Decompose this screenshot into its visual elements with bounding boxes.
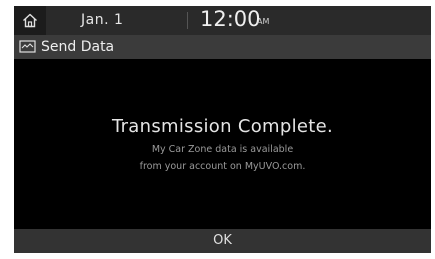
message-heading: Transmission Complete. <box>111 116 334 137</box>
home-button[interactable] <box>14 6 46 35</box>
message-line-1: My Car Zone data is available <box>151 144 294 155</box>
screen: Jan. 1 12:00 AM Send Data Transmission C… <box>0 0 435 259</box>
time-display: 12:00 <box>200 7 261 31</box>
message-panel: Transmission Complete. My Car Zone data … <box>14 116 431 175</box>
home-icon <box>22 13 38 28</box>
ampm-indicator: AM <box>257 17 270 26</box>
send-data-icon <box>19 40 36 53</box>
status-divider <box>187 12 188 29</box>
page-title: Send Data <box>41 39 115 55</box>
head-unit-display: Jan. 1 12:00 AM Send Data Transmission C… <box>14 6 431 253</box>
message-line-2: from your account on MyUVO.com. <box>139 161 306 172</box>
date-display: Jan. 1 <box>81 12 124 28</box>
status-bar: Jan. 1 12:00 AM <box>14 6 431 35</box>
title-bar: Send Data <box>14 35 431 59</box>
ok-button[interactable]: OK <box>14 229 431 253</box>
message-body: My Car Zone data is available from your … <box>14 141 431 175</box>
